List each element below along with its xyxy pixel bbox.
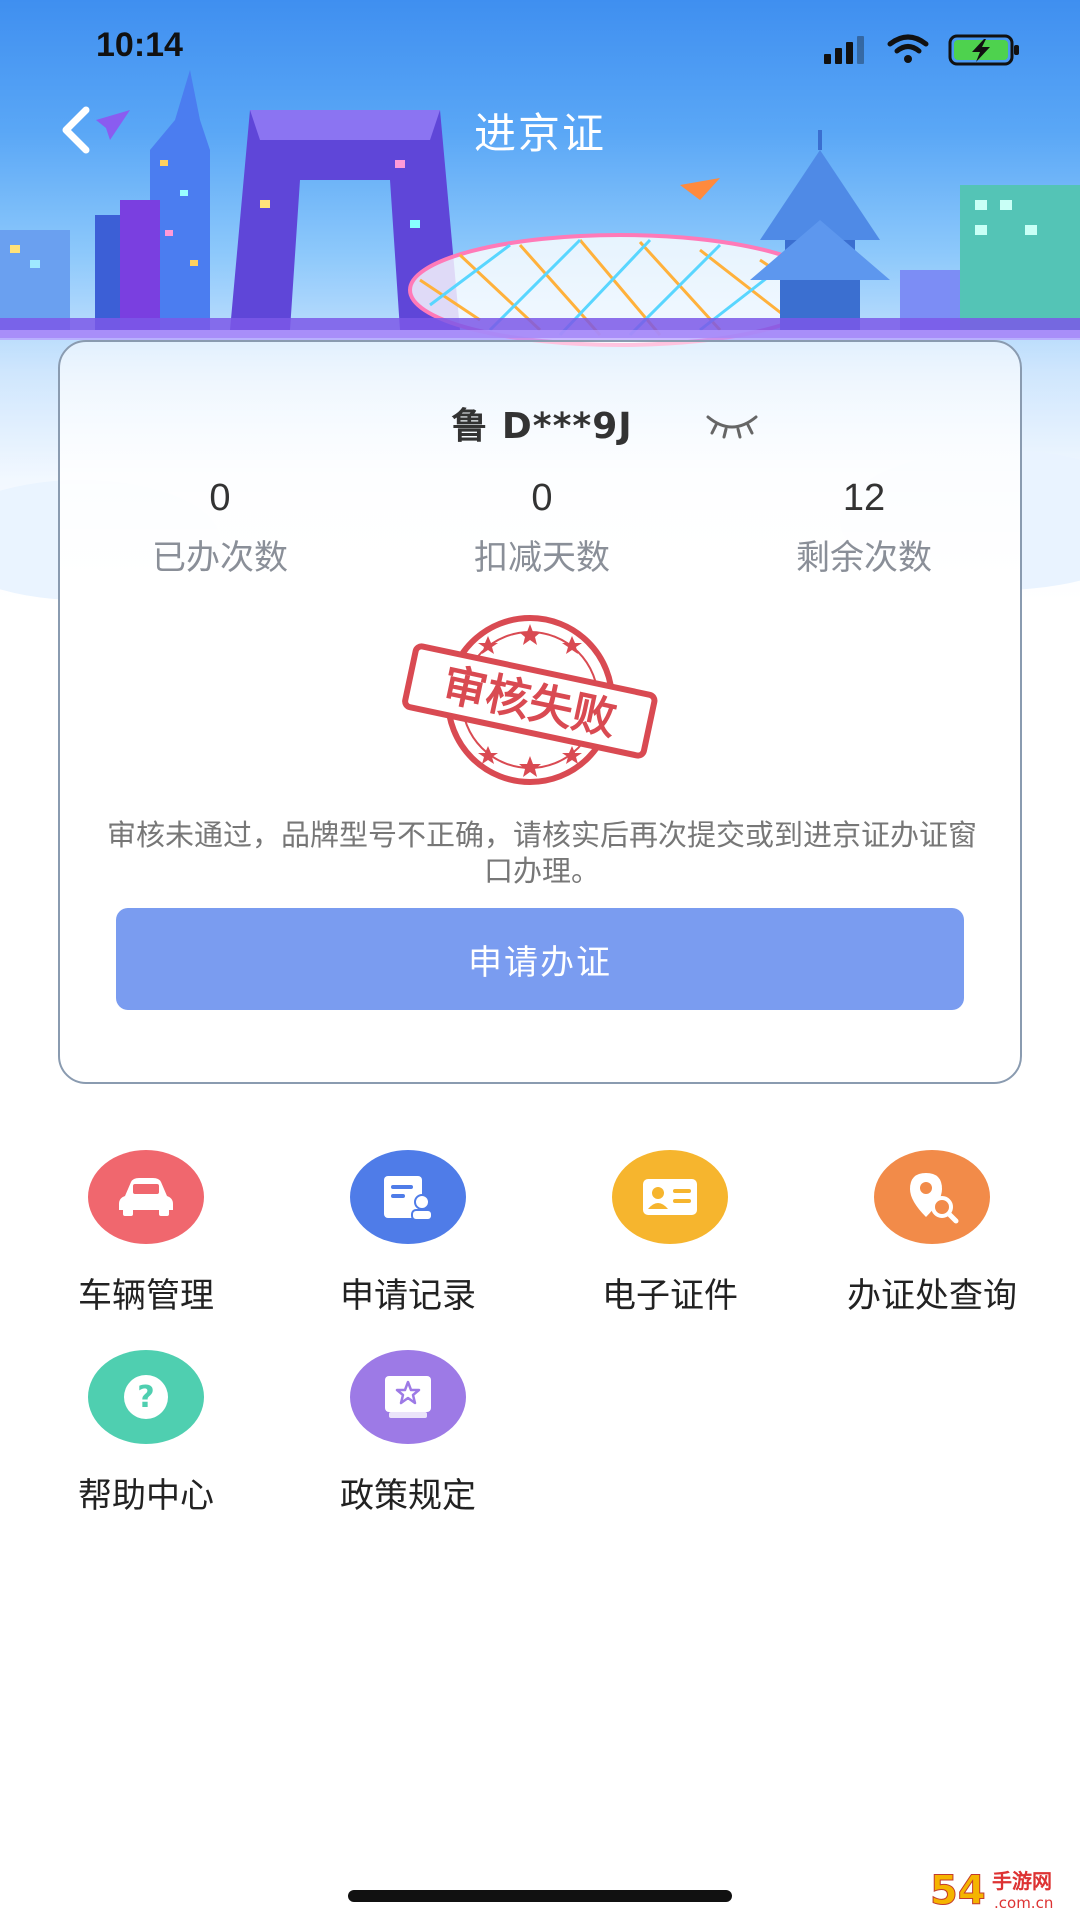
- menu-label: 车辆管理: [78, 1276, 214, 1316]
- menu-item-application-records[interactable]: 申请记录: [288, 1150, 528, 1330]
- stat-value: 12: [842, 477, 886, 519]
- menu-item-office-lookup[interactable]: 办证处查询: [812, 1150, 1052, 1330]
- stat-remaining-count: 12 剩余次数: [724, 477, 1004, 579]
- menu-item-policy[interactable]: 政策规定: [288, 1350, 528, 1530]
- menu-item-help-center[interactable]: ? 帮助中心: [26, 1350, 266, 1530]
- document-user-icon: [350, 1150, 466, 1244]
- stat-value: 0: [209, 477, 231, 519]
- wifi-icon: [887, 34, 929, 63]
- permit-card: 鲁 D***9J 0 已办次数 0 扣减天数 12 剩余次数 审核失败 审核未通…: [58, 340, 1022, 1084]
- stats-row: 0 已办次数 0 扣减天数 12 剩余次数: [60, 477, 1020, 587]
- battery-icon: [948, 34, 1019, 66]
- rejection-message: 审核未通过，品牌型号不正确，请核实后再次提交或到进京证办证窗口办理。: [106, 818, 977, 888]
- apply-permit-button[interactable]: 申请办证: [116, 908, 964, 1010]
- watermark-logo: 54 手游网 .com.cn: [930, 1868, 1054, 1915]
- page-title: 进京证: [473, 109, 606, 158]
- status-icons: [824, 34, 1019, 66]
- id-card-icon: [612, 1150, 728, 1244]
- menu-label: 办证处查询: [847, 1276, 1017, 1316]
- stat-label: 剩余次数: [796, 538, 932, 578]
- feature-menu: 车辆管理 申请记录 电子证件 办证处查询 ? 帮助中心 政策规定: [0, 1150, 1080, 1516]
- policy-book-icon: [350, 1350, 466, 1444]
- car-icon: [88, 1150, 204, 1244]
- question-icon: ?: [88, 1350, 204, 1444]
- eye-closed-icon[interactable]: [704, 409, 760, 439]
- signal-icon: [824, 36, 864, 64]
- stat-label: 已办次数: [152, 538, 288, 578]
- menu-label: 帮助中心: [78, 1476, 214, 1516]
- menu-label: 申请记录: [340, 1276, 476, 1316]
- watermark-text: 手游网: [992, 1869, 1052, 1893]
- svg-text:54: 54: [930, 1868, 986, 1914]
- stat-done-count: 0 已办次数: [80, 477, 360, 579]
- menu-item-vehicle-management[interactable]: 车辆管理: [26, 1150, 266, 1330]
- plate-row: 鲁 D***9J: [60, 397, 1020, 457]
- menu-label: 政策规定: [340, 1476, 476, 1516]
- location-search-icon: [874, 1150, 990, 1244]
- menu-item-e-certificate[interactable]: 电子证件: [550, 1150, 790, 1330]
- plate-number: 鲁 D***9J: [451, 406, 633, 447]
- status-time: 10:14: [96, 26, 183, 64]
- stat-value: 0: [531, 477, 553, 519]
- menu-label: 电子证件: [602, 1276, 738, 1316]
- svg-text:?: ?: [137, 1380, 154, 1415]
- rejected-stamp: 审核失败: [402, 615, 658, 785]
- stat-label: 扣减天数: [474, 538, 610, 578]
- stat-deducted-days: 0 扣减天数: [402, 477, 682, 579]
- home-indicator: [348, 1890, 732, 1902]
- status-bar: 10:14: [0, 0, 1080, 96]
- watermark-domain: .com.cn: [994, 1894, 1053, 1912]
